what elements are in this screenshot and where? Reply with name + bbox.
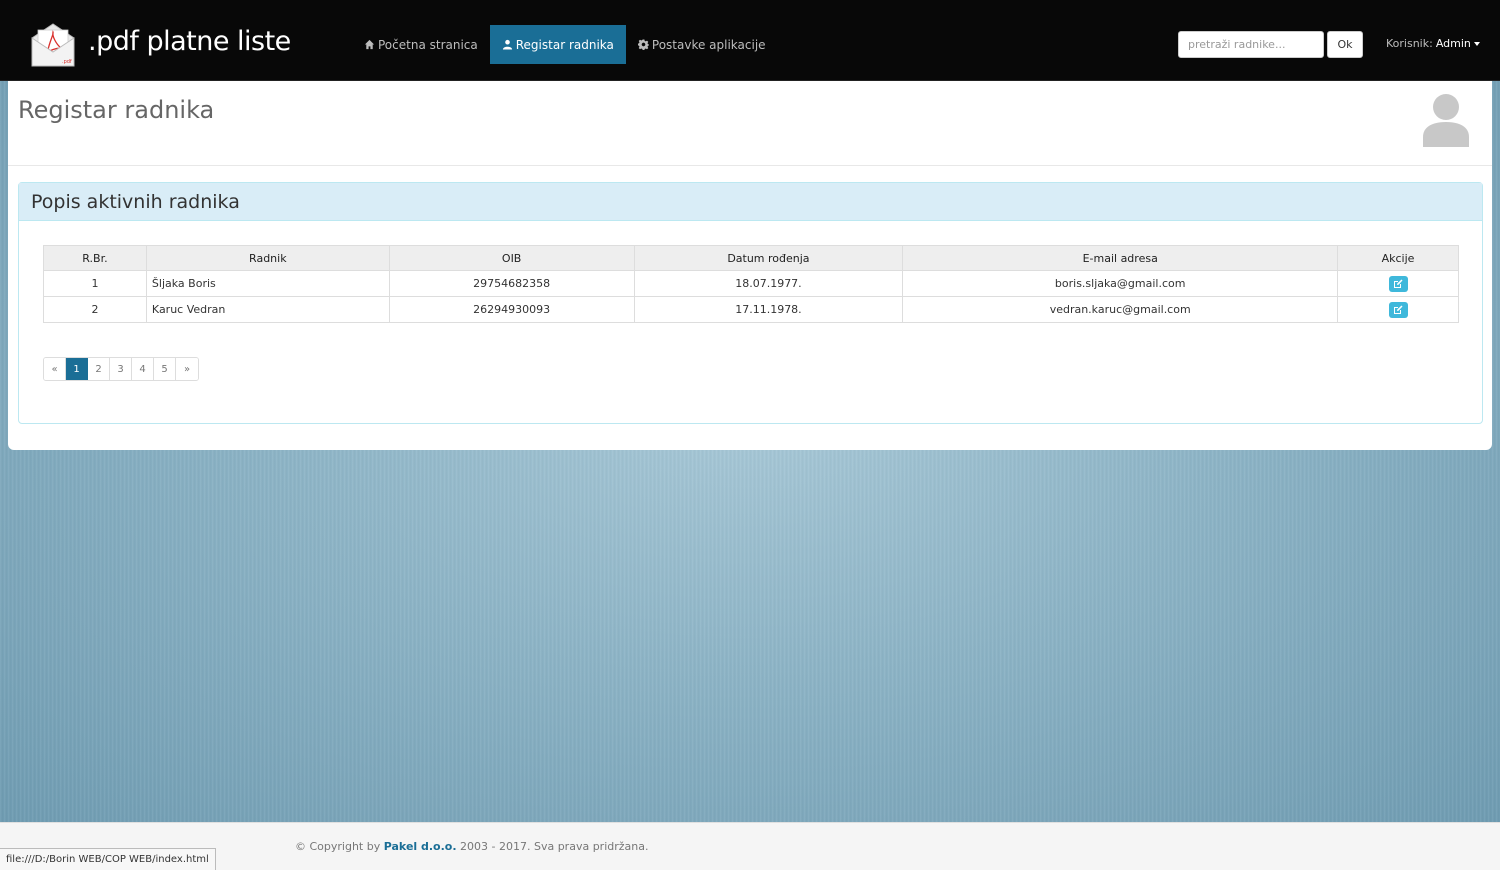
column-header-oib[interactable]: OIB bbox=[388, 245, 635, 271]
edit-icon bbox=[1394, 279, 1403, 288]
pagination-prev[interactable]: « bbox=[44, 358, 66, 380]
nav-item-label: Postavke aplikacije bbox=[651, 37, 766, 52]
pagination-page-1[interactable]: 1 bbox=[66, 358, 88, 380]
table-row: 2 Karuc Vedran 26294930093 17.11.1978. v… bbox=[43, 296, 1459, 323]
browser-status-bar: file:///D:/Borin WEB/COP WEB/index.html bbox=[0, 848, 216, 870]
edit-icon bbox=[1394, 305, 1403, 314]
footer: © Copyright by Pakel d.o.o. 2003 - 2017.… bbox=[0, 822, 1500, 870]
title-divider bbox=[8, 165, 1492, 166]
nav-item-label: Registar radnika bbox=[515, 37, 614, 52]
pagination-page-5[interactable]: 5 bbox=[154, 358, 176, 380]
employees-panel: Popis aktivnih radnika R.Br. Radnik OIB … bbox=[18, 182, 1483, 424]
column-header-datum[interactable]: Datum rođenja bbox=[633, 245, 904, 271]
cell-radnik: Šljaka Boris bbox=[145, 270, 390, 297]
user-name: Admin bbox=[1435, 37, 1471, 50]
copyright-prefix: © Copyright by bbox=[295, 840, 381, 853]
edit-button[interactable] bbox=[1388, 301, 1408, 318]
home-icon bbox=[364, 39, 375, 50]
user-menu[interactable]: Korisnik: Admin bbox=[1386, 37, 1480, 50]
gear-icon bbox=[637, 39, 649, 50]
main-nav: Početna stranica Registar radnika Postav… bbox=[352, 25, 778, 64]
column-header-akcije: Akcije bbox=[1337, 245, 1459, 271]
column-header-email[interactable]: E-mail adresa bbox=[902, 245, 1339, 271]
nav-item-label: Početna stranica bbox=[378, 37, 478, 52]
cell-datum: 18.07.1977. bbox=[633, 270, 904, 297]
search-input[interactable] bbox=[1178, 31, 1324, 58]
pagination: « 1 2 3 4 5 » bbox=[43, 357, 199, 381]
pagination-page-2[interactable]: 2 bbox=[88, 358, 110, 380]
user-icon bbox=[502, 39, 512, 50]
nav-item-pocetna[interactable]: Početna stranica bbox=[352, 25, 490, 64]
copyright-text: © Copyright by Pakel d.o.o. 2003 - 2017.… bbox=[295, 840, 649, 853]
table-row: 1 Šljaka Boris 29754682358 18.07.1977. b… bbox=[43, 270, 1459, 297]
navbar: .pdf .pdf platne liste Početna stranica … bbox=[0, 0, 1500, 81]
avatar-icon[interactable] bbox=[1420, 93, 1472, 147]
column-header-rbr[interactable]: R.Br. bbox=[43, 245, 147, 271]
cell-akcije bbox=[1337, 296, 1459, 323]
nav-item-registar[interactable]: Registar radnika bbox=[489, 25, 626, 64]
table-header-row: R.Br. Radnik OIB Datum rođenja E-mail ad… bbox=[43, 245, 1459, 271]
svg-text:.pdf: .pdf bbox=[62, 59, 72, 65]
cell-radnik: Karuc Vedran bbox=[145, 296, 390, 323]
column-header-radnik[interactable]: Radnik bbox=[145, 245, 390, 271]
cell-rbr: 2 bbox=[43, 296, 147, 323]
cell-rbr: 1 bbox=[43, 270, 147, 297]
cell-oib: 26294930093 bbox=[388, 296, 635, 323]
company-link[interactable]: Pakel d.o.o. bbox=[384, 840, 457, 853]
brand-title[interactable]: .pdf platne liste bbox=[88, 26, 291, 57]
cell-email: vedran.karuc@gmail.com bbox=[902, 296, 1339, 323]
user-prefix: Korisnik: bbox=[1386, 37, 1433, 50]
cell-oib: 29754682358 bbox=[388, 270, 635, 297]
pdf-envelope-logo-icon[interactable]: .pdf bbox=[28, 20, 78, 70]
caret-down-icon bbox=[1473, 41, 1480, 46]
cell-email: boris.sljaka@gmail.com bbox=[902, 270, 1339, 297]
content-container: Registar radnika Popis aktivnih radnika … bbox=[8, 81, 1492, 450]
search-ok-button[interactable]: Ok bbox=[1327, 31, 1363, 58]
employees-table: R.Br. Radnik OIB Datum rođenja E-mail ad… bbox=[43, 245, 1459, 323]
copyright-suffix: 2003 - 2017. Sva prava pridržana. bbox=[460, 840, 649, 853]
cell-akcije bbox=[1337, 270, 1459, 297]
nav-item-postavke[interactable]: Postavke aplikacije bbox=[626, 25, 778, 64]
pagination-page-4[interactable]: 4 bbox=[132, 358, 154, 380]
panel-heading: Popis aktivnih radnika bbox=[19, 183, 1482, 221]
page-title: Registar radnika bbox=[18, 96, 215, 124]
pagination-next[interactable]: » bbox=[176, 358, 198, 380]
edit-button[interactable] bbox=[1388, 275, 1408, 292]
cell-datum: 17.11.1978. bbox=[633, 296, 904, 323]
pagination-page-3[interactable]: 3 bbox=[110, 358, 132, 380]
